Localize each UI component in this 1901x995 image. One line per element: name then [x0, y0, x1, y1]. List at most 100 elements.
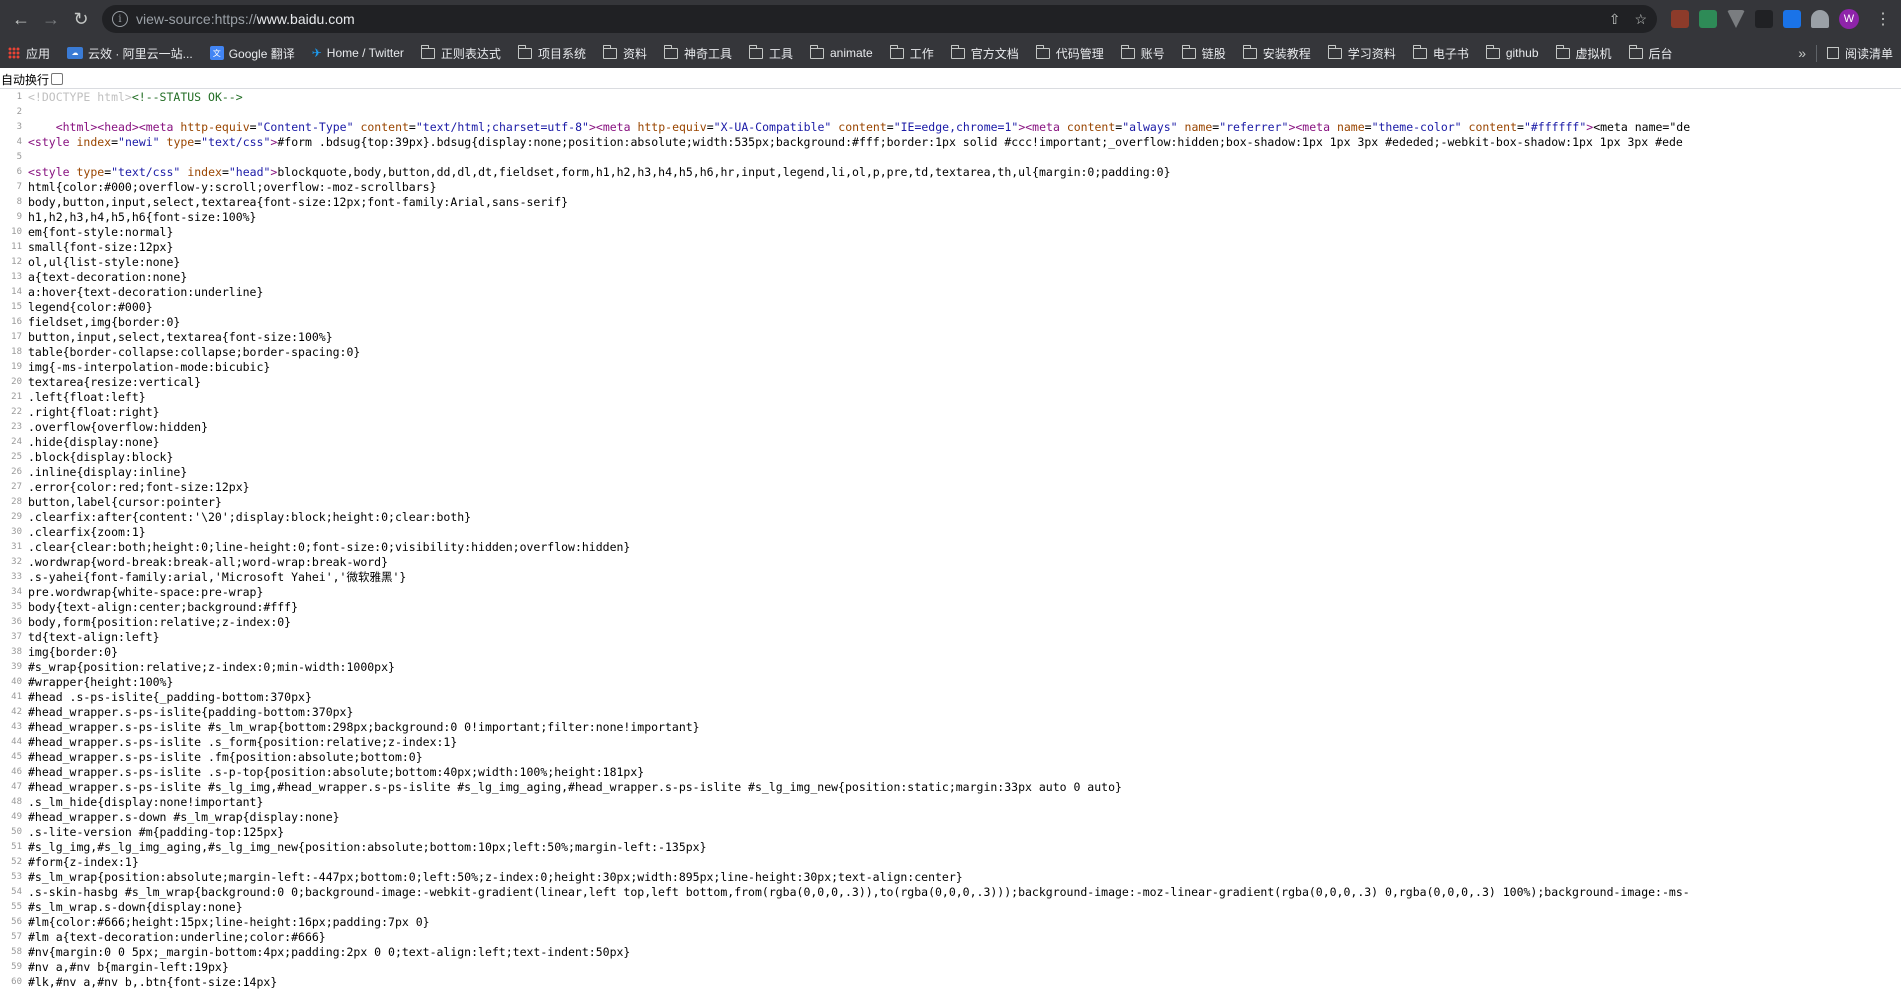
line-code: .clear{clear:both;height:0;line-height:0… [28, 540, 631, 554]
bookmark-item[interactable]: 项目系统 [517, 44, 586, 62]
bookmark-label: 账号 [1140, 46, 1165, 61]
bookmark-item[interactable]: 官方文档 [950, 44, 1019, 62]
profile-avatar[interactable]: W [1839, 9, 1859, 29]
bookmark-item[interactable]: 工具 [748, 44, 793, 62]
source-line: 18 table{border-collapse:collapse;border-… [0, 345, 1901, 360]
line-number: 2 [16, 107, 22, 117]
bookmark-item[interactable]: 正则表达式 [420, 44, 501, 62]
forward-arrow-icon[interactable]: → [36, 4, 66, 34]
line-code: <style type="text/css" index="head">bloc… [28, 165, 1171, 179]
source-line: 7 html{color:#000;overflow-y:scroll;overf… [0, 180, 1901, 195]
bookmark-item[interactable]: github [1485, 44, 1539, 60]
source-line: 9 h1,h2,h3,h4,h5,h6{font-size:100%} [0, 210, 1901, 225]
line-code: .inline{display:inline} [28, 465, 188, 479]
line-wrap-checkbox[interactable] [51, 73, 64, 85]
source-line: 59 #nv a,#nv b{margin-left:19px} [0, 960, 1901, 975]
back-arrow-icon[interactable]: ← [6, 4, 36, 34]
line-number: 13 [11, 272, 22, 282]
bookmark-item[interactable]: 工作 [889, 44, 934, 62]
share-icon[interactable]: ⇧ [1609, 11, 1621, 28]
folder-icon [1120, 44, 1135, 59]
line-wrap-label: 自动换行 [1, 72, 50, 87]
source-line: 17 button,input,select,textarea{font-size… [0, 330, 1901, 345]
line-code: body,form{position:relative;z-index:0} [28, 615, 292, 629]
bookmark-item[interactable]: 学习资料 [1327, 44, 1396, 62]
line-code: #nv{margin:0 0 5px;_margin-bottom:4px;pa… [28, 945, 631, 959]
divider [0, 88, 1901, 89]
extensions-puzzle-icon[interactable] [1811, 10, 1829, 28]
folder-icon [1555, 44, 1570, 59]
bookmark-item[interactable]: 后台 [1628, 44, 1673, 62]
line-code: #nv a,#nv b{margin-left:19px} [28, 960, 229, 974]
reload-icon[interactable]: ↻ [66, 4, 96, 34]
source-line: 53 #s_lm_wrap{position:absolute;margin-le… [0, 870, 1901, 885]
bookmark-label: animate [830, 46, 873, 60]
line-code: legend{color:#000} [28, 300, 153, 314]
bookmark-item[interactable]: 安装教程 [1242, 44, 1311, 62]
line-number: 11 [11, 242, 22, 252]
twitter-icon: ✈ [311, 46, 322, 60]
folder-icon [1628, 44, 1643, 59]
source-line: 27 .error{color:red;font-size:12px} [0, 480, 1901, 495]
bookmark-item[interactable]: 虚拟机 [1555, 44, 1612, 62]
source-line: 46 #head_wrapper.s-ps-islite .s-p-top{pos… [0, 765, 1901, 780]
source-line: 34 pre.wordwrap{white-space:pre-wrap} [0, 585, 1901, 600]
url-scheme: view-source:https:// [136, 11, 257, 27]
line-code: small{font-size:12px} [28, 240, 174, 254]
line-code: #wrapper{height:100%} [28, 675, 174, 689]
line-number: 49 [11, 812, 22, 822]
line-number: 26 [11, 467, 22, 477]
bookmarks-bar: 应用 ☁ 云效 · 阿里云一站... 文 Google 翻译 ✈ Home / Twitte… [0, 38, 1901, 68]
source-line: 41 #head .s-ps-islite{_padding-bottom:370… [0, 690, 1901, 705]
reading-list-label: 阅读清单 [1844, 46, 1893, 61]
line-code: <html><head><meta http-equiv="Content-Ty… [55, 120, 1691, 134]
bookmark-item[interactable]: 应用 [8, 45, 50, 62]
bookmark-item[interactable]: ✈ Home / Twitter [312, 46, 404, 60]
folder-icon [810, 44, 824, 59]
extension-3-icon[interactable] [1727, 10, 1745, 28]
source-line: 50 .s-lite-version #m{padding-top:125px} [0, 825, 1901, 840]
menu-kebab-icon[interactable]: ⋮ [1875, 9, 1891, 29]
bookmark-label: 后台 [1648, 46, 1673, 61]
bookmark-item[interactable]: 资料 [602, 44, 647, 62]
line-number: 50 [11, 827, 22, 837]
apps-icon [8, 47, 20, 59]
bookmark-item[interactable]: 代码管理 [1035, 44, 1104, 62]
extension-5-icon[interactable] [1783, 10, 1801, 28]
line-number: 5 [16, 152, 22, 162]
line-number: 23 [11, 422, 22, 432]
source-line: 28 button,label{cursor:pointer} [0, 495, 1901, 510]
line-number: 29 [11, 512, 22, 522]
source-line: 37 td{text-align:left} [0, 630, 1901, 645]
bookmark-label: 代码管理 [1055, 46, 1104, 61]
folder-icon [889, 44, 904, 59]
site-info-icon[interactable]: i [112, 11, 128, 27]
folder-icon [1485, 44, 1500, 59]
folder-icon [1412, 44, 1427, 59]
extension-1-icon[interactable] [1671, 10, 1689, 28]
source-line: 3 <html><head><meta http-equiv="Content-… [0, 120, 1901, 135]
bookmarks-overflow-icon[interactable]: » [1798, 45, 1806, 61]
address-bar[interactable]: i view-source:https://www.baidu.com ⇧ ☆ [102, 5, 1657, 33]
line-code: #s_lg_img,#s_lg_img_aging,#s_lg_img_new{… [28, 840, 707, 854]
bookmark-item[interactable]: 链股 [1181, 44, 1226, 62]
bookmark-item[interactable]: ☁ 云效 · 阿里云一站... [67, 45, 193, 62]
bookmark-item[interactable]: animate [810, 44, 873, 60]
bookmark-label: 工具 [768, 46, 793, 61]
line-number: 22 [11, 407, 22, 417]
extension-4-icon[interactable] [1755, 10, 1773, 28]
line-number: 20 [11, 377, 22, 387]
reading-list-button[interactable]: 阅读清单 [1815, 44, 1893, 62]
bookmark-item[interactable]: 神奇工具 [663, 44, 732, 62]
extension-2-icon[interactable] [1699, 10, 1717, 28]
bookmark-item[interactable]: 文 Google 翻译 [209, 45, 295, 62]
bookmark-item[interactable]: 账号 [1120, 44, 1165, 62]
line-code: #s_lm_wrap{position:absolute;margin-left… [28, 870, 963, 884]
source-line: 4 <style index="newi" type="text/css">#fo… [0, 135, 1901, 150]
bookmark-star-icon[interactable]: ☆ [1634, 11, 1647, 28]
line-code: #lm{color:#666;height:15px;line-height:1… [28, 915, 430, 929]
source-line: 38 img{border:0} [0, 645, 1901, 660]
line-wrap-toggle: 自动换行 [0, 70, 64, 88]
bookmark-item[interactable]: 电子书 [1412, 44, 1469, 62]
line-code: #s_wrap{position:relative;z-index:0;min-… [28, 660, 395, 674]
